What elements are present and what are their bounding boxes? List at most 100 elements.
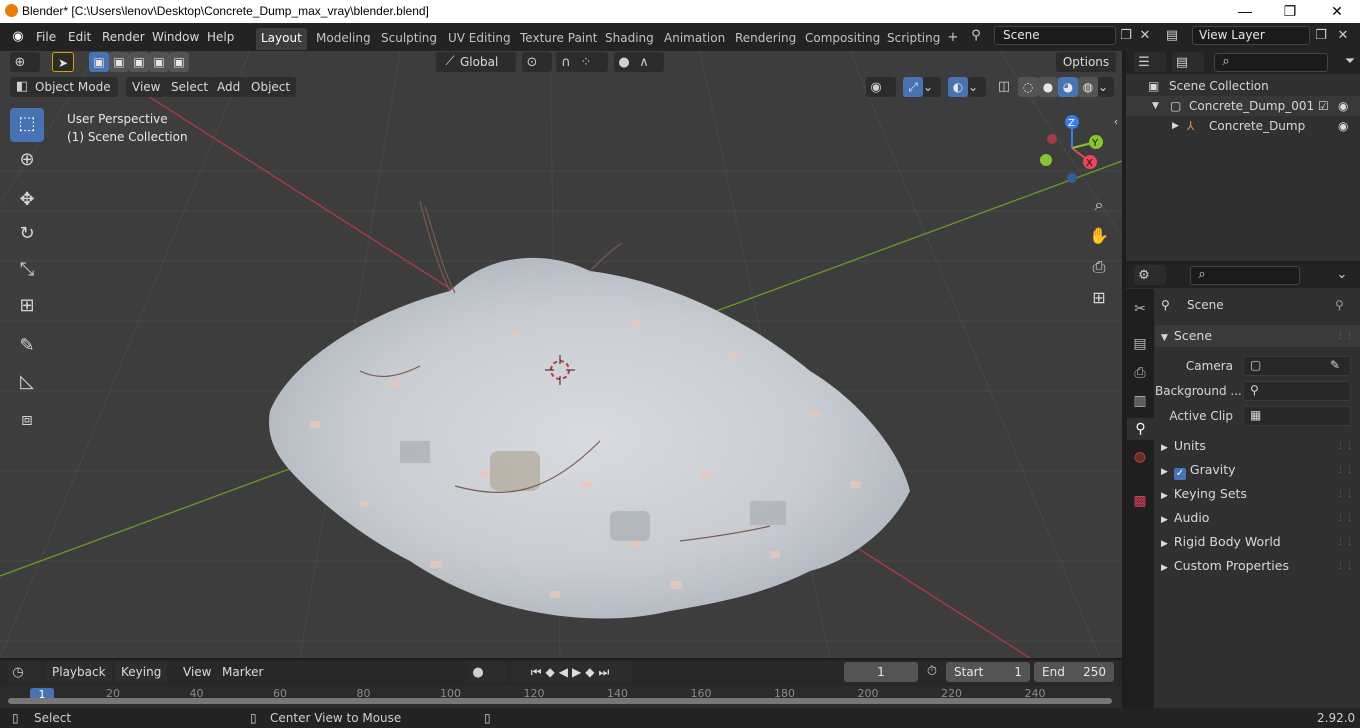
scene-icon[interactable]: ⚲	[966, 26, 986, 46]
tab-rendering[interactable]: Rendering	[730, 28, 801, 50]
pivot-point-dropdown[interactable]: ⊙	[522, 52, 552, 72]
gizmo-dropdown[interactable]: ⌄	[923, 77, 941, 97]
tool-select-box[interactable]: ⬚	[10, 108, 44, 142]
panel-gravity[interactable]: ▶ ✓ Gravity ⋮⋮	[1155, 459, 1360, 481]
viewport-menu-object[interactable]: Object	[245, 77, 297, 97]
outliner-editor-type[interactable]: ☰	[1134, 52, 1166, 72]
view-layer-selector[interactable]: View Layer	[1192, 26, 1310, 45]
drag-grip-icon[interactable]: ⋮⋮	[1336, 531, 1354, 553]
shading-rendered-button[interactable]: ◍	[1078, 77, 1098, 97]
timeline-menu-keying[interactable]: Keying	[115, 662, 168, 682]
viewport-menu-add[interactable]: Add	[211, 77, 247, 97]
tool-cursor[interactable]: ⊕	[10, 144, 44, 178]
menu-window[interactable]: Window	[150, 28, 201, 46]
sidebar-toggle-icon[interactable]: ‹	[1110, 112, 1122, 132]
navigation-gizmo[interactable]: X Y Z	[1036, 114, 1106, 186]
concrete-dump-mesh[interactable]	[250, 181, 920, 631]
panel-keying-sets[interactable]: ▶ Keying Sets ⋮⋮	[1155, 483, 1360, 505]
properties-editor-type[interactable]: ⚙	[1134, 265, 1166, 285]
jump-end-icon[interactable]: ⏭	[598, 665, 613, 679]
pan-hand-icon[interactable]: ✋	[1086, 223, 1112, 249]
tool-rotate[interactable]: ↻	[10, 218, 44, 252]
play-icon[interactable]: ▶	[572, 665, 585, 679]
timeline-menu-playback[interactable]: Playback	[46, 662, 112, 682]
timeline-scrollbar[interactable]	[8, 698, 1112, 704]
timeline-ruler[interactable]: 1 20 40 60 80 100 120 140 160 180 200 220 240	[0, 686, 1122, 708]
panel-units[interactable]: ▶ Units ⋮⋮	[1155, 435, 1360, 457]
tool-move[interactable]: ✥	[10, 184, 44, 218]
viewport-menu-view[interactable]: View	[126, 77, 167, 97]
tool-transform[interactable]: ⊞	[10, 290, 44, 324]
outliner-row-collection[interactable]: ▼ ▢ Concrete_Dump_001 ☑ ◉	[1126, 96, 1360, 116]
camera-view-icon[interactable]: ⎙	[1086, 254, 1112, 280]
visibility-eye-icon[interactable]: ◉	[1338, 116, 1348, 136]
select-extend-button[interactable]: ▣	[109, 52, 129, 72]
drag-grip-icon[interactable]: ⋮⋮	[1336, 507, 1354, 529]
xray-toggle-icon[interactable]: ◫	[994, 77, 1014, 97]
viewport-menu-select[interactable]: Select	[165, 77, 215, 97]
stopwatch-icon[interactable]: ⏱	[922, 662, 942, 682]
view-layer-copy-icon[interactable]: ❐	[1311, 26, 1331, 46]
visibility-eye-icon[interactable]: ◉	[1338, 96, 1348, 116]
world-tab-icon[interactable]: ◍	[1130, 446, 1150, 468]
add-workspace-icon[interactable]: +	[943, 28, 963, 48]
outliner-row-scene-collection[interactable]: ▣ Scene Collection	[1126, 76, 1360, 96]
proportional-edit-dropdown[interactable]: ● ∧	[614, 52, 664, 72]
zoom-icon[interactable]: ⌕	[1086, 192, 1112, 218]
eyedropper-icon[interactable]: ✎	[1330, 358, 1340, 372]
expand-down-icon[interactable]: ▼	[1152, 96, 1159, 116]
view-layer-tab-icon[interactable]: ▥	[1130, 390, 1150, 412]
shading-wireframe-button[interactable]: ◌	[1018, 77, 1038, 97]
snap-dropdown[interactable]: ∩ ⁘	[556, 52, 608, 72]
editor-type-button[interactable]: ⊕	[10, 52, 40, 72]
tool-measure[interactable]: ◺	[10, 366, 44, 400]
tool-tab-icon[interactable]: ✂	[1130, 298, 1150, 320]
tool-scale[interactable]: ⤡	[10, 254, 44, 288]
axis-neg-z-handle[interactable]	[1067, 173, 1077, 183]
select-box-mode-button[interactable]: ➤	[52, 52, 74, 72]
tab-texture-paint[interactable]: Texture Paint	[515, 28, 602, 50]
shading-dropdown[interactable]: ⌄	[1098, 77, 1114, 97]
options-dropdown[interactable]: Options	[1056, 52, 1116, 72]
drag-grip-icon[interactable]: ⋮⋮	[1336, 325, 1354, 347]
tab-scripting[interactable]: Scripting	[882, 28, 945, 50]
view-layer-icon[interactable]: ▤	[1162, 26, 1182, 46]
timeline-menu-view[interactable]: View	[177, 662, 217, 682]
panel-custom-properties[interactable]: ▶ Custom Properties ⋮⋮	[1155, 555, 1360, 577]
scene-copy-icon[interactable]: ❐	[1116, 26, 1136, 46]
shading-solid-button[interactable]: ●	[1038, 77, 1058, 97]
play-reverse-icon[interactable]: ◀	[559, 665, 572, 679]
outliner-row-object[interactable]: ▶ ⅄ Concrete_Dump ◉	[1126, 116, 1360, 136]
drag-grip-icon[interactable]: ⋮⋮	[1336, 555, 1354, 577]
panel-scene-header[interactable]: ▼ Scene ⋮⋮	[1155, 325, 1360, 347]
drag-grip-icon[interactable]: ⋮⋮	[1336, 435, 1354, 457]
tab-animation[interactable]: Animation	[659, 28, 730, 50]
panel-rigid-body-world[interactable]: ▶ Rigid Body World ⋮⋮	[1155, 531, 1360, 553]
expand-right-icon[interactable]: ▶	[1172, 116, 1179, 136]
view-layer-remove-icon[interactable]: ✕	[1333, 26, 1353, 46]
background-scene-field[interactable]: ⚲	[1243, 381, 1351, 401]
minimize-button[interactable]: —	[1230, 2, 1260, 20]
scene-tab-icon[interactable]: ⚲	[1127, 418, 1154, 440]
timeline-editor-type[interactable]: ◷	[8, 662, 40, 682]
axis-neg-y-handle[interactable]	[1040, 154, 1052, 166]
next-keyframe-icon[interactable]: ◆	[585, 665, 598, 679]
close-button[interactable]: ✕	[1322, 2, 1352, 20]
menu-render[interactable]: Render	[100, 28, 147, 46]
tool-annotate[interactable]: ✎	[10, 330, 44, 364]
output-tab-icon[interactable]: ⎙	[1130, 362, 1150, 384]
gravity-checkbox[interactable]: ✓	[1173, 468, 1186, 480]
active-clip-field[interactable]: ▦	[1243, 406, 1351, 426]
chevron-down-icon[interactable]: ⌄	[1332, 265, 1352, 285]
end-frame-field[interactable]: End 250	[1034, 662, 1114, 682]
select-intersect-button[interactable]: ▣	[169, 52, 189, 72]
pin-icon[interactable]: ⚲	[1335, 298, 1344, 312]
drag-grip-icon[interactable]: ⋮⋮	[1336, 483, 1354, 505]
drag-grip-icon[interactable]: ⋮⋮	[1336, 459, 1354, 481]
tab-compositing[interactable]: Compositing	[800, 28, 885, 50]
display-mode-dropdown[interactable]: ▤	[1172, 52, 1204, 72]
gizmo-toggle-button[interactable]: ⤢	[903, 77, 923, 97]
exclude-checkbox-icon[interactable]: ☑	[1318, 96, 1329, 116]
axis-neg-x-handle[interactable]	[1047, 134, 1057, 144]
tool-add-cube[interactable]: ⧈	[10, 404, 44, 438]
